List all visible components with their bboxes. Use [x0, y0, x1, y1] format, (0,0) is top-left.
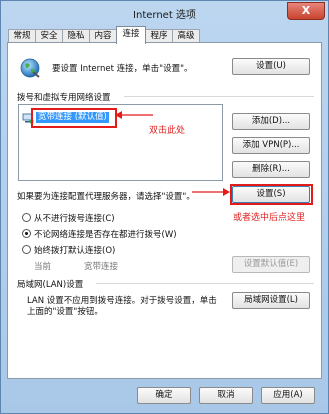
- annotation-settings-highlight: [230, 184, 313, 205]
- annotation-or-select: 或者选中后点这里: [233, 213, 306, 223]
- title-bar[interactable]: Internet 选项 X: [1, 1, 328, 23]
- apply-button[interactable]: 应用(A): [261, 387, 315, 404]
- tab-general[interactable]: 常规: [8, 29, 36, 43]
- radio-never-dial-label[interactable]: 从不进行拨号连接(C): [34, 212, 115, 224]
- tab-content[interactable]: 内容: [89, 29, 117, 43]
- dialup-section-label: 拨号和虚拟专用网络设置: [17, 93, 111, 103]
- connections-panel: 要设置 Internet 连接，单击"设置"。 设置(U) 拨号和虚拟专用网络设…: [7, 42, 322, 379]
- add-vpn-button[interactable]: 添加 VPN(P)...: [232, 137, 310, 154]
- setup-button[interactable]: 设置(U): [232, 58, 310, 75]
- radio-dial-always[interactable]: [22, 229, 31, 238]
- setup-text: 要设置 Internet 连接，单击"设置"。: [52, 64, 193, 74]
- tab-privacy[interactable]: 隐私: [62, 29, 90, 43]
- tab-programs[interactable]: 程序: [145, 29, 173, 43]
- current-label: 当前: [34, 262, 52, 272]
- lan-settings-button[interactable]: 局域网设置(L): [232, 292, 310, 309]
- dialup-separator: [124, 96, 314, 97]
- tab-connections[interactable]: 连接: [116, 26, 146, 44]
- annotation-arrow-left: [115, 109, 155, 121]
- globe-icon: [19, 57, 41, 79]
- window-title: Internet 选项: [133, 10, 196, 21]
- radio-default-connection-label[interactable]: 始终拨打默认连接(O): [34, 244, 115, 256]
- cancel-button[interactable]: 取消: [199, 387, 253, 404]
- current-value: 宽带连接: [84, 262, 119, 272]
- lan-section-label: 局域网(LAN)设置: [17, 280, 84, 290]
- add-button[interactable]: 添加(D)...: [232, 113, 310, 130]
- internet-options-window: Internet 选项 X 常规 安全 隐私 内容 连接 程序 高级 要设置 I…: [0, 0, 329, 414]
- radio-dial-always-label[interactable]: 不论网络连接是否存在都进行拨号(W): [34, 228, 177, 240]
- ok-button[interactable]: 确定: [137, 387, 191, 404]
- tab-security[interactable]: 安全: [35, 29, 63, 43]
- annotation-arrow-right: [190, 186, 230, 198]
- proxy-hint-text: 如果要为连接配置代理服务器，请选择"设置"。: [17, 192, 195, 202]
- remove-button[interactable]: 删除(R)...: [232, 161, 310, 178]
- lan-separator: [96, 283, 314, 284]
- annotation-double-click: 双击此处: [149, 126, 186, 136]
- annotation-connection-highlight: [31, 108, 117, 128]
- tab-advanced[interactable]: 高级: [172, 29, 200, 43]
- radio-never-dial[interactable]: [22, 213, 31, 222]
- set-default-button[interactable]: 设置默认值(E): [232, 256, 310, 273]
- radio-default-connection[interactable]: [22, 245, 31, 254]
- close-button[interactable]: X: [287, 2, 325, 20]
- lan-description-line2: 上面的"设置"按钮。: [27, 307, 103, 317]
